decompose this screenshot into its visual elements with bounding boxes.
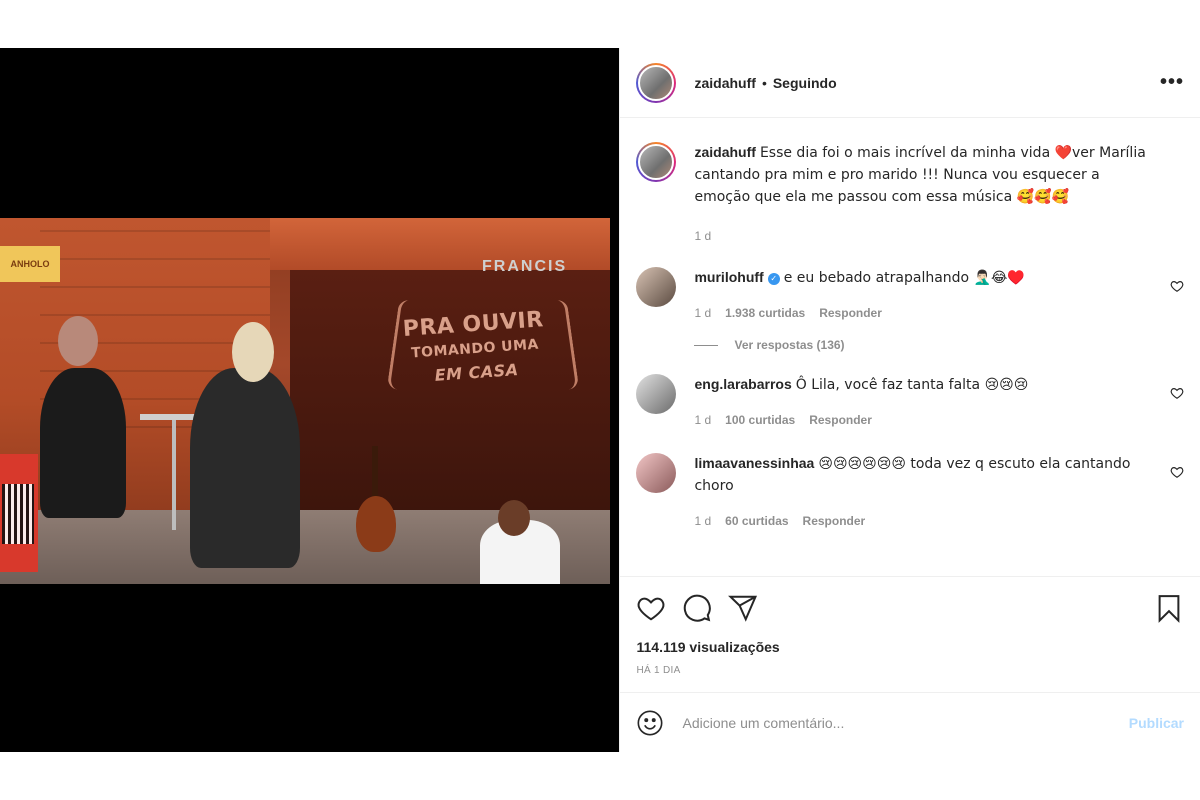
qr-code xyxy=(2,484,34,544)
comment-username[interactable]: eng.larabarros xyxy=(694,376,791,392)
caption-text: Esse dia foi o mais incrível da minha vi… xyxy=(694,145,1146,205)
post-sidebar: zaidahuff • Seguindo ••• zaidahuff Esse d… xyxy=(619,48,1200,752)
comment-icon[interactable] xyxy=(682,593,712,623)
stage-sign: ANHOLO xyxy=(0,246,60,282)
comment-input[interactable] xyxy=(680,713,1129,732)
caption: zaidahuff Esse dia foi o mais incrível da… xyxy=(636,142,1184,247)
more-options-icon[interactable]: ••• xyxy=(1160,71,1184,94)
comments-list[interactable]: zaidahuff Esse dia foi o mais incrível da… xyxy=(620,118,1200,577)
comment-username[interactable]: murilohuff xyxy=(694,269,763,285)
comment-likes[interactable]: 100 curtidas xyxy=(725,410,795,431)
following-button[interactable]: Seguindo xyxy=(773,75,837,91)
interpreter-head xyxy=(498,500,530,536)
add-comment-bar: Publicar xyxy=(620,692,1200,752)
qr-code-sign xyxy=(0,454,38,572)
avatar[interactable] xyxy=(636,62,677,103)
reply-button[interactable]: Responder xyxy=(819,303,882,324)
singer-male xyxy=(40,368,126,518)
comment-text: e eu bebado atrapalhando 🤦🏻‍♂️😂♥️ xyxy=(783,270,1025,286)
comment-likes[interactable]: 60 curtidas xyxy=(725,511,788,532)
comment-likes[interactable]: 1.938 curtidas xyxy=(725,303,805,324)
post-date[interactable]: HÁ 1 DIA xyxy=(620,665,1200,676)
author-username[interactable]: zaidahuff xyxy=(694,75,755,91)
video-player[interactable]: ANHOLO FRANCIS PRA OUVIR TOMANDO UMA EM … xyxy=(0,48,620,752)
list-item: limaavanessinhaa 😢😢😢😢😢😢 toda vez q escuto… xyxy=(636,453,1184,532)
view-count[interactable]: 114.119 visualizações xyxy=(620,639,1200,655)
singer-female-head xyxy=(232,322,274,382)
singer-female xyxy=(190,368,300,568)
comment-time[interactable]: 1 d xyxy=(694,511,711,532)
stage-table-leg xyxy=(172,420,176,530)
comment-text: Ô Lila, você faz tanta falta 😢😢😢 xyxy=(795,377,1029,393)
singer-male-head xyxy=(58,316,98,366)
caption-username[interactable]: zaidahuff xyxy=(694,144,755,160)
stage-title: PRA OUVIR TOMANDO UMA EM CASA xyxy=(398,307,553,390)
emoji-icon[interactable] xyxy=(636,709,664,737)
avatar[interactable] xyxy=(636,142,677,182)
reply-button[interactable]: Responder xyxy=(803,511,866,532)
comment-time[interactable]: 1 d xyxy=(694,410,711,431)
publish-button[interactable]: Publicar xyxy=(1129,715,1184,731)
heart-icon[interactable] xyxy=(1170,279,1184,293)
heart-icon[interactable] xyxy=(636,593,666,623)
comment-time[interactable]: 1 d xyxy=(694,303,711,324)
heart-icon[interactable] xyxy=(1170,465,1184,479)
heart-icon[interactable] xyxy=(1170,386,1184,400)
separator: • xyxy=(761,74,767,91)
avatar[interactable] xyxy=(636,267,677,307)
brand-logo: FRANCIS xyxy=(482,258,568,275)
view-replies-label: Ver respostas (136) xyxy=(734,338,845,352)
caption-time[interactable]: 1 d xyxy=(694,226,711,247)
list-item: eng.larabarros Ô Lila, você faz tanta fal… xyxy=(636,374,1184,431)
list-item: murilohuff ✓ e eu bebado atrapalhando 🤦🏻‍♂… xyxy=(636,267,1184,324)
reply-button[interactable]: Responder xyxy=(809,410,872,431)
avatar[interactable] xyxy=(636,374,677,414)
comment-username[interactable]: limaavanessinhaa xyxy=(694,455,814,471)
share-icon[interactable] xyxy=(728,593,758,623)
guitar xyxy=(356,496,396,552)
avatar[interactable] xyxy=(636,453,677,493)
bookmark-icon[interactable] xyxy=(1154,593,1184,623)
view-replies-button[interactable]: Ver respostas (136) xyxy=(694,338,1184,352)
post-header: zaidahuff • Seguindo ••• xyxy=(620,48,1200,118)
guitar-neck xyxy=(372,446,378,500)
action-bar xyxy=(620,577,1200,639)
instagram-post: ANHOLO FRANCIS PRA OUVIR TOMANDO UMA EM … xyxy=(0,48,1200,752)
verified-icon: ✓ xyxy=(767,273,780,285)
divider xyxy=(694,344,719,346)
video-frame[interactable]: ANHOLO FRANCIS PRA OUVIR TOMANDO UMA EM … xyxy=(0,218,610,584)
